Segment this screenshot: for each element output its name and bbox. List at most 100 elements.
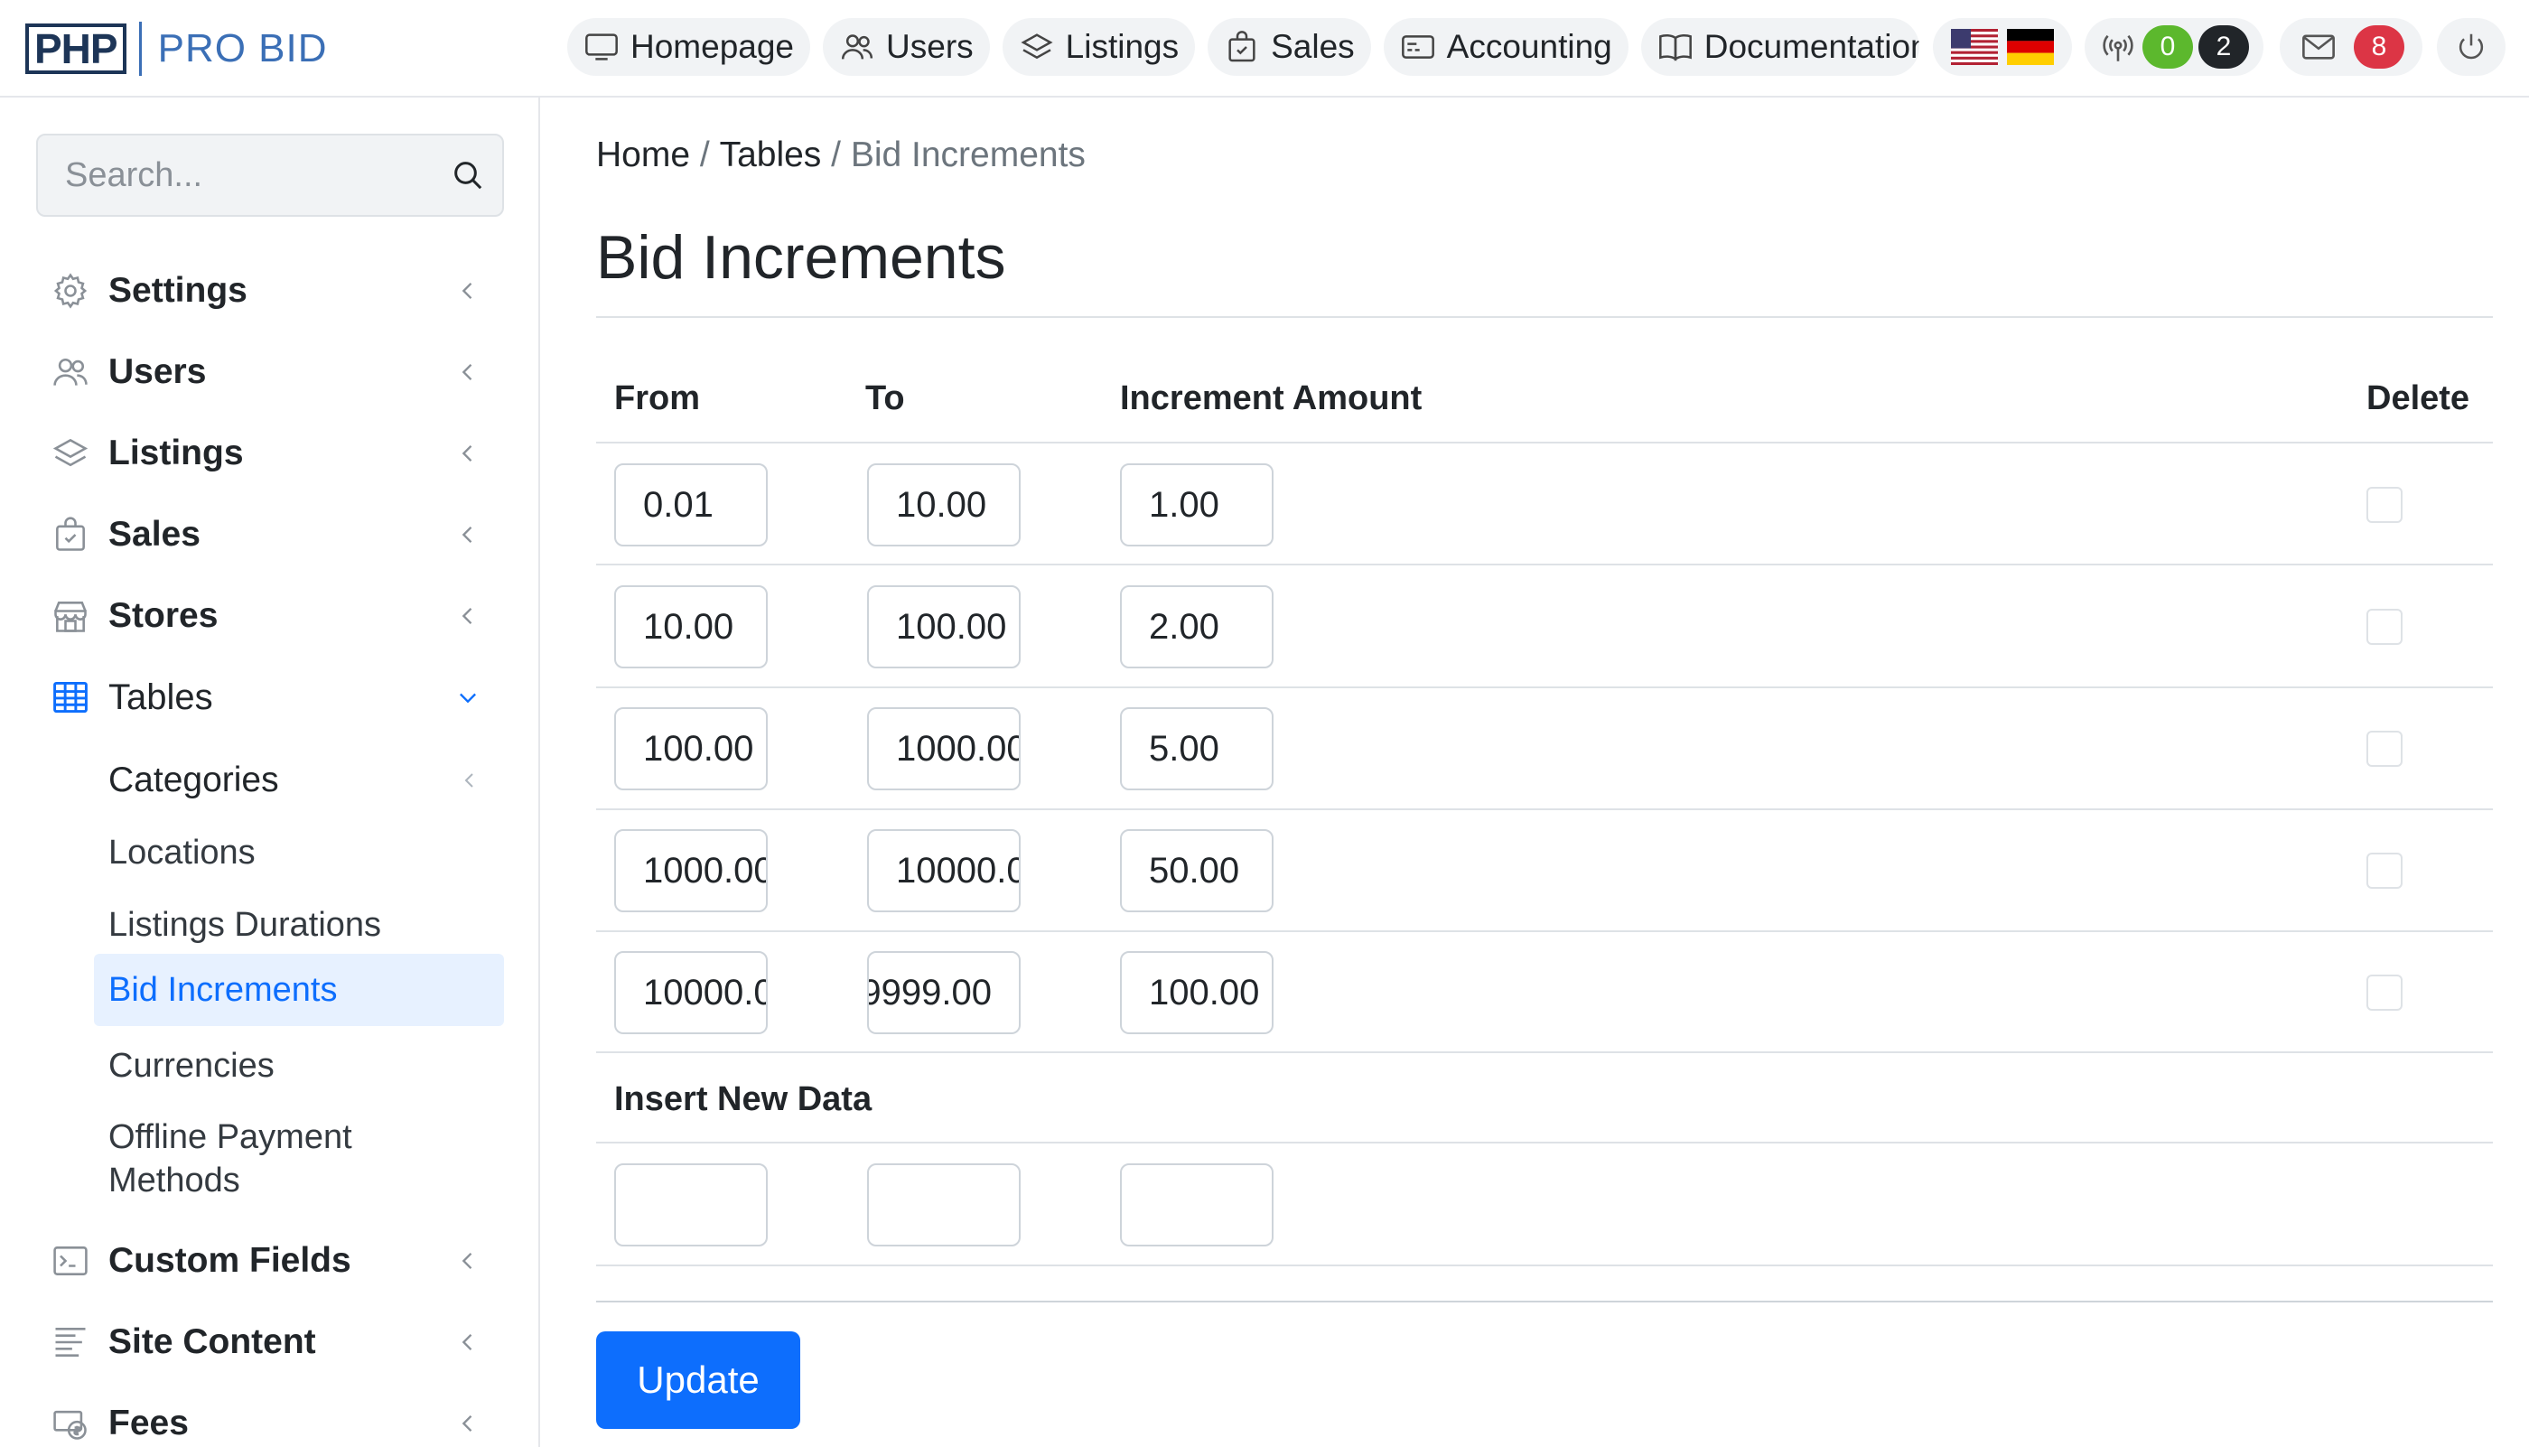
envelope-icon <box>2302 34 2335 60</box>
logo-name: PRO BID <box>157 26 328 70</box>
breadcrumb-separator: / <box>821 135 851 174</box>
delete-checkbox[interactable] <box>2366 609 2403 645</box>
sidebar-subitem-label: Offline Payment Methods <box>108 1118 352 1199</box>
german-flag-icon[interactable] <box>2007 29 2054 65</box>
sidebar-item-label: Listings <box>108 434 244 472</box>
sidebar-item-custom-fields[interactable]: Custom Fields <box>36 1228 504 1293</box>
nav-accounting[interactable]: Accounting <box>1383 18 1628 76</box>
row-divider <box>596 1142 2493 1143</box>
sidebar-item-label: Fees <box>108 1404 189 1442</box>
chevron-left-icon <box>462 1415 472 1432</box>
sidebar-subitem-locations[interactable]: Locations <box>94 820 504 885</box>
to-input[interactable] <box>867 707 1021 790</box>
breadcrumb-current: Bid Increments <box>850 135 1086 174</box>
nav-sales-label: Sales <box>1271 28 1355 65</box>
to-input[interactable] <box>867 829 1021 912</box>
table-icon <box>53 681 88 714</box>
sidebar-subitem-label: Currencies <box>108 1046 275 1085</box>
delete-checkbox[interactable] <box>2366 731 2403 767</box>
search-icon[interactable] <box>450 157 486 193</box>
us-flag-icon[interactable] <box>1951 29 1998 65</box>
sidebar-item-sales[interactable]: Sales <box>36 502 504 567</box>
to-input[interactable] <box>867 463 1021 546</box>
sidebar-item-site-content[interactable]: Site Content <box>36 1310 504 1375</box>
sidebar-item-fees[interactable]: Fees <box>36 1391 504 1456</box>
broadcast-icon <box>2103 34 2133 61</box>
from-input[interactable] <box>614 463 768 546</box>
insert-new-data-label: Insert New Data <box>614 1080 873 1118</box>
sidebar-subitem-offline-payment-methods[interactable]: Offline Payment Methods <box>94 1109 419 1209</box>
search-input[interactable] <box>38 135 426 215</box>
sidebar-item-listings[interactable]: Listings <box>36 421 504 486</box>
sidebar-subitem-bid-increments[interactable]: Bid Increments <box>94 954 504 1026</box>
chevron-left-icon <box>462 608 472 624</box>
credit-card-icon <box>1401 35 1434 59</box>
from-input[interactable] <box>614 707 768 790</box>
breadcrumb: Home / Tables / Bid Increments <box>596 135 1086 175</box>
from-input[interactable] <box>614 951 768 1034</box>
nav-homepage-label: Homepage <box>630 28 795 65</box>
book-icon <box>1658 33 1692 61</box>
form-divider <box>596 1301 2493 1302</box>
sidebar-subitem-categories[interactable]: Categories <box>94 748 504 813</box>
sidebar-item-label: Site Content <box>108 1322 316 1361</box>
increment-input[interactable] <box>1120 951 1274 1034</box>
shopping-bag-icon <box>1228 31 1255 62</box>
sidebar-item-label: Users <box>108 352 207 391</box>
delete-checkbox[interactable] <box>2366 487 2403 523</box>
delete-checkbox[interactable] <box>2366 853 2403 889</box>
nav-accounting-label: Accounting <box>1446 28 1612 65</box>
nav-documentation[interactable]: Documentation <box>1640 18 1919 76</box>
sidebar-item-users[interactable]: Users <box>36 340 504 405</box>
logo-divider <box>138 22 142 76</box>
nav-listings-label: Listings <box>1065 28 1180 65</box>
messages-button[interactable]: 8 <box>2280 18 2422 76</box>
sidebar-item-stores[interactable]: Stores <box>36 583 504 649</box>
delete-checkbox[interactable] <box>2366 975 2403 1011</box>
sidebar-subitem-label: Locations <box>108 833 256 872</box>
update-button[interactable]: Update <box>596 1331 800 1429</box>
from-input[interactable] <box>614 585 768 668</box>
shopping-bag-icon <box>56 517 85 551</box>
breadcrumb-tables[interactable]: Tables <box>720 135 822 175</box>
chevron-left-icon <box>464 773 473 788</box>
new-from-input[interactable] <box>614 1163 768 1246</box>
top-navbar: PHP PRO BID Homepage Users Listings Sale… <box>0 0 2529 98</box>
increment-input[interactable] <box>1120 463 1274 546</box>
from-input[interactable] <box>614 829 768 912</box>
logo[interactable]: PHP PRO BID <box>25 22 328 76</box>
sidebar-subitem-label: Listings Durations <box>108 905 382 944</box>
nav-sales[interactable]: Sales <box>1208 18 1371 76</box>
users-icon <box>53 358 88 386</box>
sidebar-subitem-currencies[interactable]: Currencies <box>94 1033 504 1098</box>
new-increment-input[interactable] <box>1120 1163 1274 1246</box>
nav-users[interactable]: Users <box>823 18 990 76</box>
to-input[interactable] <box>867 585 1021 668</box>
new-to-input[interactable] <box>867 1163 1021 1246</box>
increment-input[interactable] <box>1120 707 1274 790</box>
sidebar-item-label: Settings <box>108 271 247 310</box>
increment-input[interactable] <box>1120 585 1274 668</box>
to-input[interactable] <box>867 951 1021 1034</box>
chevron-left-icon <box>462 527 472 543</box>
nav-homepage[interactable]: Homepage <box>567 18 811 76</box>
chevron-down-icon <box>460 693 476 704</box>
nav-listings[interactable]: Listings <box>1002 18 1196 76</box>
sidebar-item-tables[interactable]: Tables <box>36 665 504 730</box>
row-divider <box>596 930 2493 932</box>
notifications-button[interactable]: 0 2 <box>2085 18 2263 76</box>
top-nav: Homepage Users Listings Sales Accounting… <box>567 18 1919 76</box>
breadcrumb-home[interactable]: Home <box>596 135 690 175</box>
sidebar-item-label: Sales <box>108 515 201 554</box>
sidebar-item-settings[interactable]: Settings <box>36 258 504 323</box>
sidebar-subitem-listings-durations[interactable]: Listings Durations <box>94 892 504 957</box>
sidebar-subitem-label: Bid Increments <box>108 970 338 1009</box>
title-divider <box>596 316 2493 318</box>
column-header-increment: Increment Amount <box>1120 379 1423 417</box>
layers-icon <box>1021 33 1053 60</box>
increment-input[interactable] <box>1120 829 1274 912</box>
online-count-badge: 0 <box>2142 25 2193 69</box>
logout-button[interactable] <box>2437 18 2506 76</box>
sidebar-search <box>36 134 504 217</box>
store-icon <box>54 602 87 632</box>
